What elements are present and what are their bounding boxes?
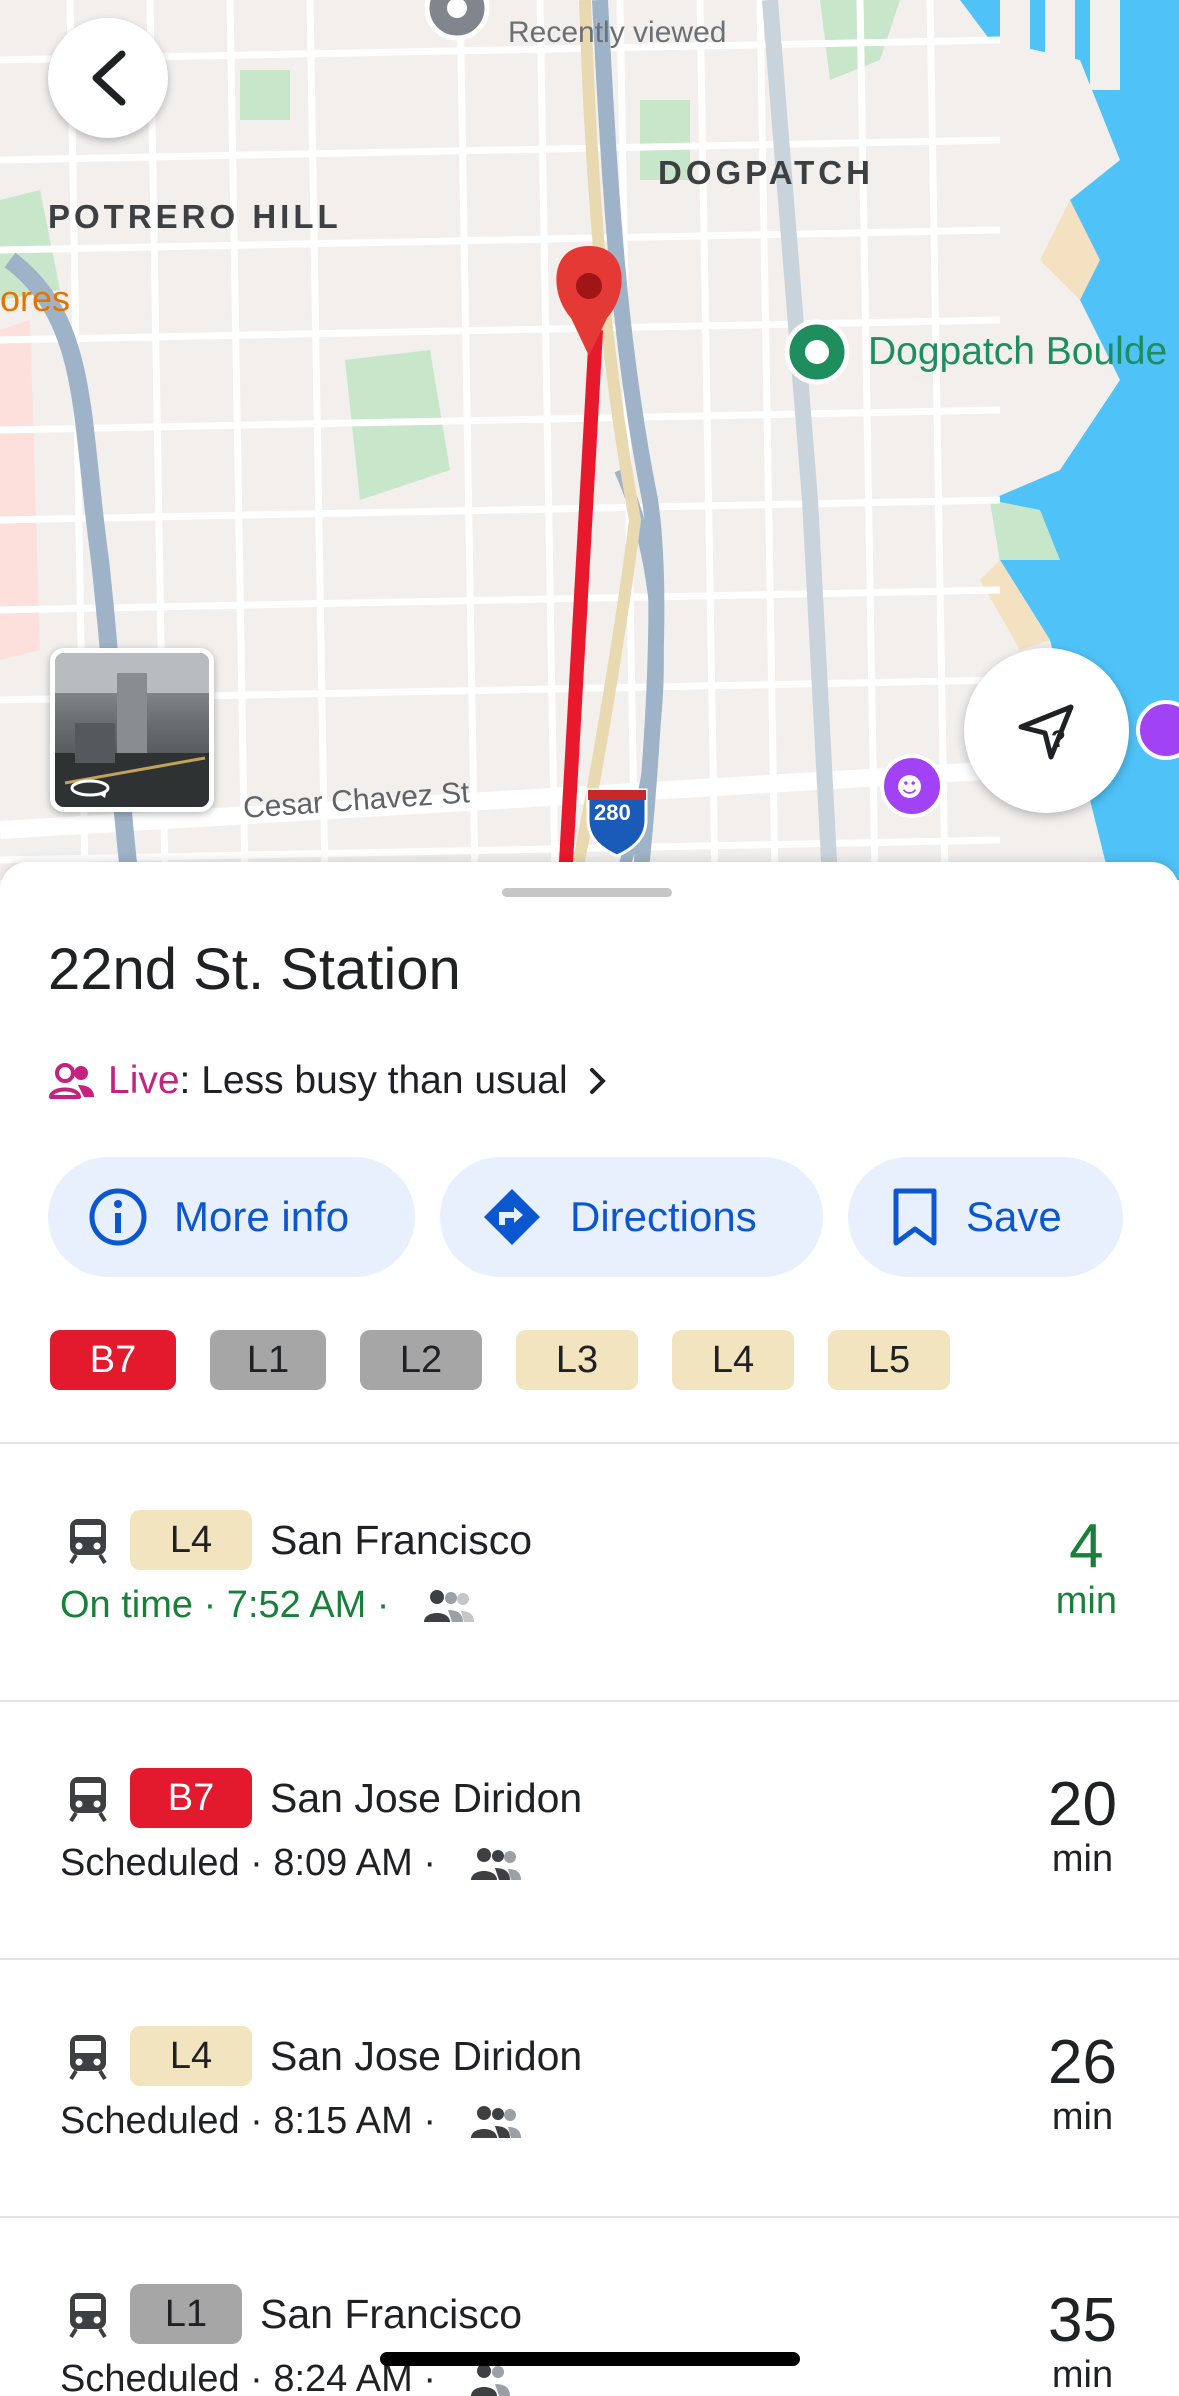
directions-button[interactable]: Directions [440, 1157, 823, 1277]
departure-line-chip: L1 [130, 2284, 242, 2344]
station-title: 22nd St. Station [48, 937, 461, 1002]
line-chip-l5[interactable]: L5 [828, 1330, 950, 1390]
departure-row[interactable]: L4 San Francisco On time · 7:52 AM · 4 m… [0, 1444, 1179, 1700]
people-icon [49, 1063, 94, 1099]
departure-minutes: 35 [1048, 2286, 1117, 2355]
departure-row[interactable]: B7 San Jose Diridon Scheduled · 8:09 AM … [0, 1702, 1179, 1958]
svg-text:☻: ☻ [896, 773, 923, 803]
departure-minutes: 26 [1048, 2028, 1117, 2097]
train-icon [69, 2293, 107, 2339]
departure-status: On time · 7:52 AM · [60, 1584, 390, 1626]
departure-minutes-unit: min [1055, 1580, 1117, 1622]
live-label: Live [108, 1059, 180, 1102]
home-indicator[interactable] [380, 2352, 800, 2366]
crowd-level-icon [424, 1589, 475, 1622]
back-button[interactable] [48, 18, 168, 138]
line-chip-l1[interactable]: L1 [210, 1330, 326, 1390]
busyness-text: : Less busy than usual [179, 1059, 568, 1102]
line-chips: B7 L1 L2 L3 L4 L5 [50, 1330, 984, 1390]
location-question-icon: ? [1018, 704, 1073, 759]
rotate-360-icon [70, 779, 110, 798]
place-sheet[interactable]: 22nd St. Station Live : Less busy than u… [0, 862, 1179, 2396]
directions-icon [484, 1189, 540, 1245]
save-label: Save [966, 1193, 1062, 1240]
departure-minutes-unit: min [1051, 2354, 1114, 2396]
train-icon [69, 1777, 107, 1823]
recent-marker-icon [424, 0, 490, 41]
line-chip-l3[interactable]: L3 [516, 1330, 638, 1390]
more-info-button[interactable]: More info [48, 1157, 415, 1277]
departure-destination: San Francisco [270, 1516, 533, 1563]
departure-status: Scheduled · 8:24 AM · [60, 2358, 436, 2396]
poi-label-dogpatch[interactable]: Dogpatch Boulde [868, 330, 1167, 374]
location-help-button[interactable]: ? [964, 648, 1129, 813]
departure-destination: San Jose Diridon [270, 2032, 583, 2079]
departure-row[interactable]: L1 San Francisco Scheduled · 8:24 AM · 3… [0, 2218, 1179, 2396]
departure-minutes: 20 [1048, 1770, 1117, 1839]
poi-label-partial[interactable]: ores [0, 278, 70, 320]
poi-marker-icon [784, 319, 850, 385]
recently-viewed-label: Recently viewed [508, 16, 727, 49]
info-icon [89, 1188, 147, 1246]
crowd-level-icon [471, 2105, 521, 2138]
departure-minutes-unit: min [1051, 2096, 1114, 2138]
train-icon [69, 1519, 107, 1565]
neighborhood-label-dogpatch: DOGPATCH [658, 154, 874, 191]
save-button[interactable]: Save [848, 1157, 1123, 1277]
chevron-right-icon [589, 1068, 606, 1094]
directions-label: Directions [570, 1193, 757, 1240]
train-icon [69, 2035, 107, 2081]
map-view[interactable]: ☻ Recently viewed POTRERO HILL DOGPATCH … [0, 0, 1179, 880]
departure-line-chip: L4 [130, 1510, 252, 1570]
bookmark-icon [893, 1188, 937, 1246]
departure-minutes: 4 [1069, 1512, 1104, 1581]
departure-status: Scheduled · 8:09 AM · [60, 1842, 436, 1884]
line-chip-l2[interactable]: L2 [360, 1330, 482, 1390]
street-view-thumbnail[interactable] [50, 648, 214, 812]
departure-line-chip: B7 [130, 1768, 252, 1828]
departure-line-chip: L4 [130, 2026, 252, 2086]
more-info-label: More info [174, 1193, 350, 1240]
departure-minutes-unit: min [1051, 1838, 1114, 1880]
drag-handle[interactable] [502, 888, 672, 897]
line-chip-l4[interactable]: L4 [672, 1330, 794, 1390]
svg-text:?: ? [1051, 726, 1066, 753]
departure-destination: San Francisco [260, 2290, 523, 2337]
highway-number: 280 [594, 800, 631, 825]
departure-destination: San Jose Diridon [270, 1774, 583, 1821]
action-buttons: More info Directions Save [48, 1157, 1123, 1277]
line-chip-b7[interactable]: B7 [50, 1330, 176, 1390]
live-busyness-row[interactable]: Live : Less busy than usual [48, 1058, 610, 1104]
crowd-level-icon [471, 2363, 510, 2396]
neighborhood-label-potrero-hill: POTRERO HILL [48, 198, 342, 235]
arrow-back-icon [92, 50, 126, 106]
crowd-level-icon [471, 1847, 521, 1880]
departure-status: Scheduled · 8:15 AM · [60, 2100, 436, 2142]
departure-row[interactable]: L4 San Jose Diridon Scheduled · 8:15 AM … [0, 1960, 1179, 2216]
